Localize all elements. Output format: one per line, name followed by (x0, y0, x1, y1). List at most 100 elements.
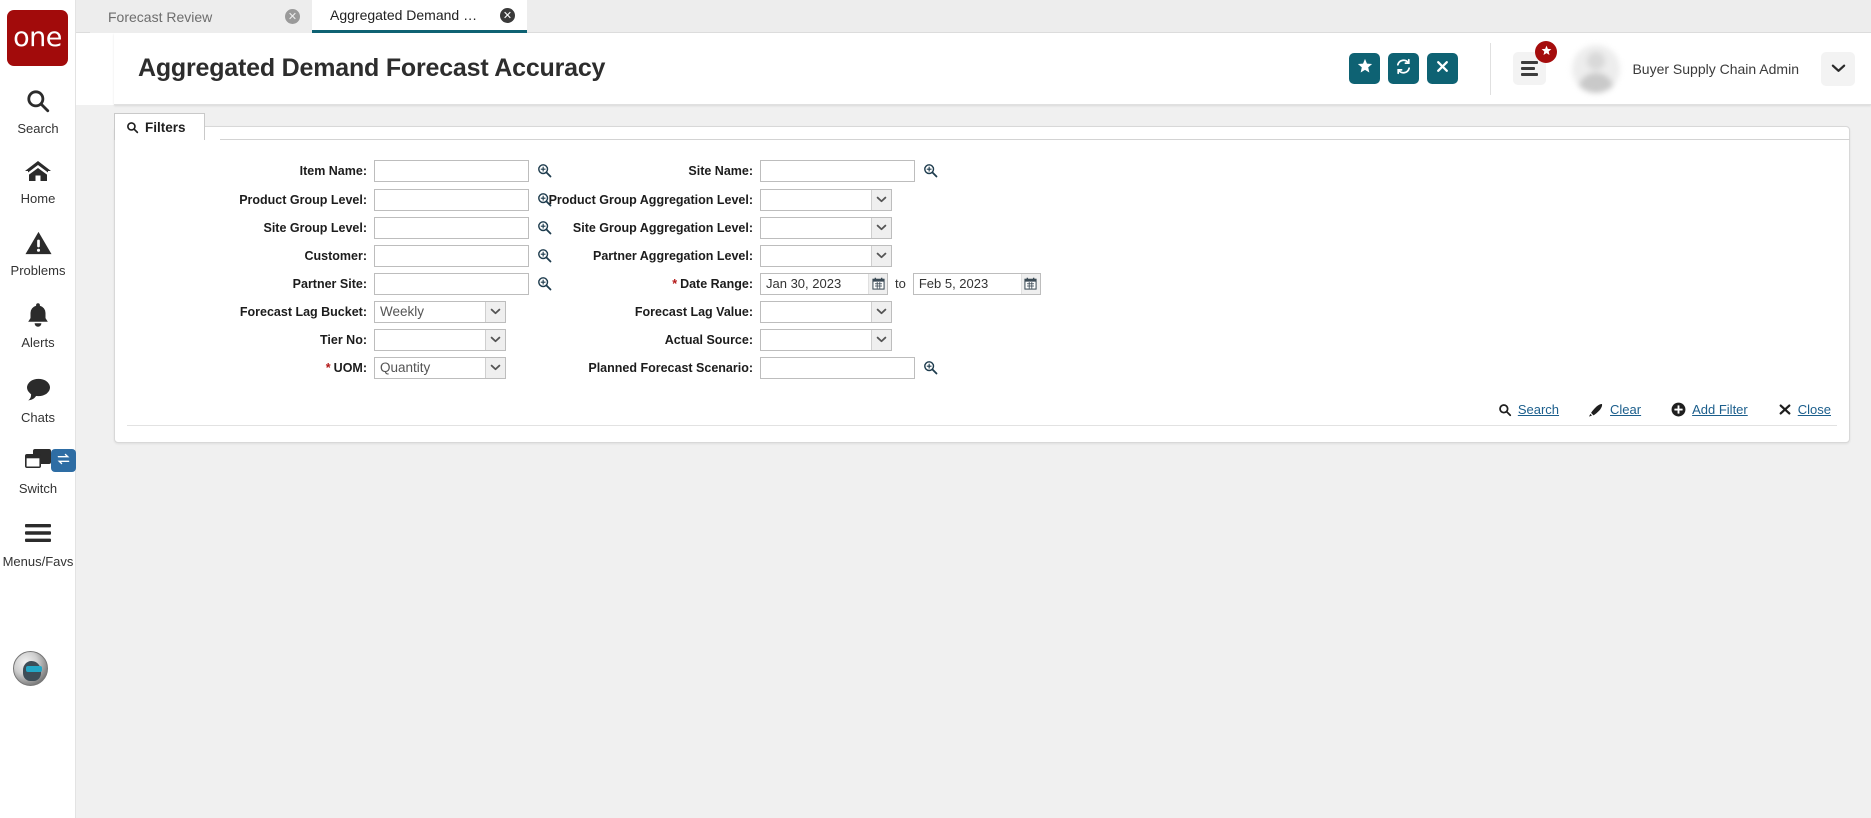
tier-no-select[interactable] (374, 329, 506, 351)
field-partner-site: Partner Site: (115, 272, 552, 295)
site-group-aggregation-level-select[interactable] (760, 217, 892, 239)
field-uom: *UOM: Quantity (115, 356, 506, 379)
rail-item-label: Chats (0, 410, 76, 425)
field-label: Partner Site: (115, 277, 367, 291)
x-icon (1778, 403, 1792, 416)
partner-aggregation-level-select[interactable] (760, 245, 892, 267)
magnifier-plus-icon[interactable] (923, 163, 938, 178)
date-range-separator: to (895, 276, 906, 291)
field-label: Tier No: (115, 333, 367, 347)
close-link[interactable]: Close (1778, 402, 1831, 417)
forecast-lag-value-select[interactable] (760, 301, 892, 323)
close-circle-icon[interactable]: ✕ (285, 9, 300, 24)
tab-label: Aggregated Demand Forecast Ac... (330, 7, 484, 23)
actual-source-select[interactable] (760, 329, 892, 351)
avatar-icon (1572, 45, 1620, 93)
field-label: Product Group Aggregation Level: (513, 193, 753, 207)
field-label: Forecast Lag Bucket: (115, 305, 367, 319)
page-body: Filters Item Name: Product Group Level: (76, 105, 1871, 818)
field-partner-aggregation-level: Partner Aggregation Level: (513, 244, 892, 267)
field-label: Actual Source: (513, 333, 753, 347)
field-actual-source: Actual Source: (513, 328, 892, 351)
link-label: Add Filter (1692, 402, 1748, 417)
filters-tab[interactable]: Filters (114, 113, 205, 140)
field-label: Planned Forecast Scenario: (513, 361, 753, 375)
rail-item-chats[interactable]: Chats (0, 377, 76, 425)
user-text-group: Buyer Supply Chain Admin (1632, 44, 1799, 93)
required-marker: * (672, 277, 677, 291)
hamburger-icon (0, 521, 76, 551)
rail-item-menus-favs[interactable]: Menus/Favs (0, 521, 76, 569)
field-label: Site Group Level: (115, 221, 367, 235)
eraser-icon (1589, 403, 1604, 417)
field-date-range: *Date Range: (513, 272, 1041, 295)
rail-item-home[interactable]: Home (0, 158, 76, 206)
home-icon (0, 158, 76, 188)
chevron-down-icon (871, 302, 891, 322)
field-forecast-lag-bucket: Forecast Lag Bucket: Weekly (115, 300, 506, 323)
browser-tab-strip: Forecast Review ✕ Aggregated Demand Fore… (76, 0, 1871, 33)
chevron-down-icon (485, 302, 505, 322)
field-site-group-level: Site Group Level: (115, 216, 552, 239)
favorites-badge (1535, 41, 1557, 63)
required-marker: * (326, 361, 331, 375)
add-filter-link[interactable]: Add Filter (1671, 402, 1748, 417)
filter-footer-divider (127, 425, 1837, 426)
chevron-down-icon (871, 330, 891, 350)
uom-select[interactable]: Quantity (374, 357, 506, 379)
date-range-to (913, 273, 1041, 295)
refresh-icon (1395, 58, 1412, 80)
header-action-group: Buyer Supply Chain Admin (1341, 43, 1871, 95)
rail-item-label: Home (0, 191, 76, 206)
refresh-button[interactable] (1388, 53, 1419, 84)
field-product-group-aggregation-level: Product Group Aggregation Level: (513, 188, 892, 211)
product-group-level-input[interactable] (374, 189, 529, 211)
calendar-icon[interactable] (868, 274, 887, 294)
brand-logo[interactable]: one (7, 10, 68, 66)
switch-swap-badge[interactable] (51, 449, 76, 472)
rail-item-problems[interactable]: Problems (0, 230, 76, 278)
x-icon (1435, 59, 1450, 79)
tab-aggregated-demand-forecast-accuracy[interactable]: Aggregated Demand Forecast Ac... ✕ (312, 0, 527, 33)
plus-circle-icon (1671, 402, 1686, 417)
search-link[interactable]: Search (1498, 402, 1559, 417)
partner-site-input[interactable] (374, 273, 529, 295)
field-label: *Date Range: (513, 277, 753, 291)
page-header-bar: Aggregated Demand Forecast Accuracy (114, 33, 1871, 105)
magnifier-plus-icon[interactable] (923, 360, 938, 375)
rail-item-label: Menus/Favs (0, 554, 76, 569)
forecast-lag-bucket-select[interactable]: Weekly (374, 301, 506, 323)
field-customer: Customer: (115, 244, 552, 267)
calendar-icon[interactable] (1021, 274, 1040, 294)
product-group-aggregation-level-select[interactable] (760, 189, 892, 211)
tab-forecast-review[interactable]: Forecast Review ✕ (90, 0, 312, 33)
rail-item-alerts[interactable]: Alerts (0, 302, 76, 350)
planned-forecast-scenario-input[interactable] (760, 357, 915, 379)
rail-item-label: Problems (0, 263, 76, 278)
brand-logo-text: one (13, 24, 62, 51)
site-name-input[interactable] (760, 160, 915, 182)
close-page-button[interactable] (1427, 53, 1458, 84)
field-label: Site Name: (513, 164, 753, 178)
select-value: Weekly (380, 304, 424, 319)
rail-item-search[interactable]: Search (0, 88, 76, 136)
assistant-avatar-icon[interactable] (13, 651, 48, 686)
close-circle-icon[interactable]: ✕ (500, 8, 515, 23)
site-group-level-input[interactable] (374, 217, 529, 239)
user-profile-block[interactable]: Buyer Supply Chain Admin (1572, 44, 1799, 93)
customer-input[interactable] (374, 245, 529, 267)
rail-item-label: Alerts (0, 335, 76, 350)
favorite-button[interactable] (1349, 53, 1380, 84)
field-site-name: Site Name: (513, 159, 938, 182)
filters-tab-rule (220, 139, 1850, 140)
link-label: Clear (1610, 402, 1641, 417)
field-label: Customer: (115, 249, 367, 263)
main-menu-button[interactable] (1513, 52, 1546, 85)
field-label: Item Name: (115, 164, 367, 178)
chevron-down-icon (1831, 60, 1846, 78)
clear-link[interactable]: Clear (1589, 402, 1641, 417)
user-menu-caret-button[interactable] (1821, 52, 1855, 86)
item-name-input[interactable] (374, 160, 529, 182)
filters-panel: Filters Item Name: Product Group Level: (114, 126, 1850, 443)
field-tier-no: Tier No: (115, 328, 506, 351)
